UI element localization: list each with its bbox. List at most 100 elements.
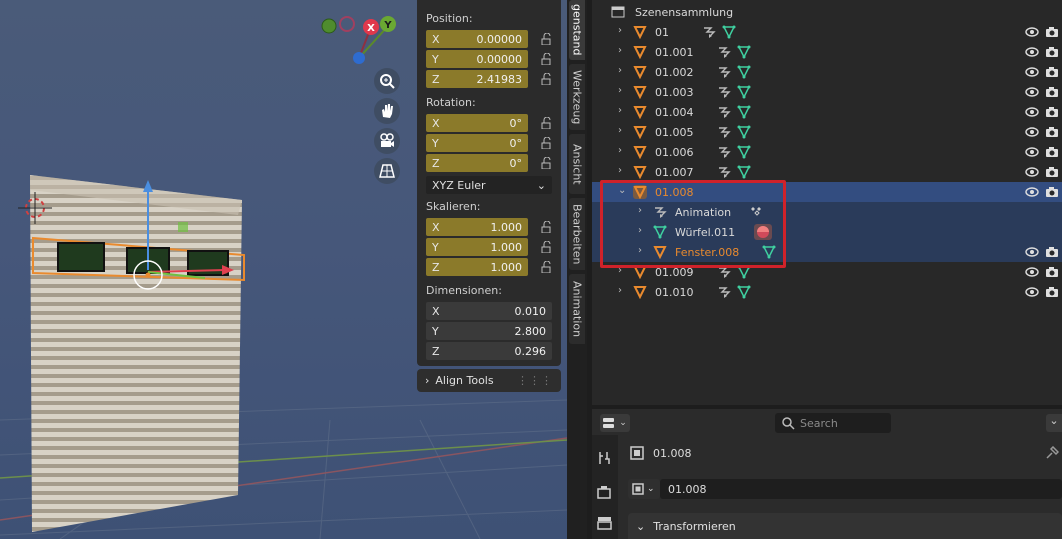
- dimension-y-field[interactable]: Y 2.800: [426, 322, 552, 340]
- object-icon: [633, 86, 647, 100]
- lock-icon[interactable]: [541, 53, 553, 65]
- position-x-field[interactable]: X 0.00000: [426, 30, 528, 48]
- outliner-row[interactable]: › 01.001: [592, 42, 1062, 62]
- 3d-viewport[interactable]: X Y Position: X 0.00000 Y 0.00000 Z 2.41983…: [0, 0, 567, 539]
- position-z-field[interactable]: Z 2.41983: [426, 70, 528, 88]
- outliner-row[interactable]: › 01.010: [592, 282, 1062, 302]
- eye-icon[interactable]: [1025, 86, 1039, 98]
- camera-icon[interactable]: [1045, 266, 1059, 278]
- lock-icon[interactable]: [541, 221, 553, 233]
- chevron-right-icon[interactable]: ›: [618, 146, 628, 156]
- tab-view[interactable]: Ansicht: [569, 134, 585, 194]
- camera-view-button[interactable]: [374, 128, 400, 154]
- rotation-z-field[interactable]: Z 0°: [426, 154, 528, 172]
- camera-icon[interactable]: [1045, 86, 1059, 98]
- dimension-x-field[interactable]: X 0.010: [426, 302, 552, 320]
- pan-button[interactable]: [374, 98, 400, 124]
- rotation-mode-select[interactable]: XYZ Euler ⌄: [426, 176, 552, 194]
- chevron-right-icon[interactable]: ›: [618, 286, 628, 296]
- camera-icon[interactable]: [1045, 106, 1059, 118]
- outliner-row[interactable]: › 01.006: [592, 142, 1062, 162]
- lock-icon[interactable]: [541, 73, 553, 85]
- eye-icon[interactable]: [1025, 46, 1039, 58]
- lock-icon[interactable]: [541, 157, 553, 169]
- camera-icon[interactable]: [1045, 286, 1059, 298]
- eye-icon[interactable]: [1025, 106, 1039, 118]
- camera-icon[interactable]: [1045, 186, 1059, 198]
- camera-icon[interactable]: [1045, 126, 1059, 138]
- mesh-icon: [737, 105, 751, 119]
- eye-icon[interactable]: [1025, 186, 1039, 198]
- editor-type-button[interactable]: ⌄: [600, 414, 630, 432]
- perspective-toggle-button[interactable]: [374, 158, 400, 184]
- chevron-right-icon[interactable]: ›: [618, 166, 628, 176]
- eye-icon[interactable]: [1025, 26, 1039, 38]
- lock-icon[interactable]: [541, 137, 553, 149]
- dimension-z-field[interactable]: Z 0.296: [426, 342, 552, 360]
- scale-y-field[interactable]: Y 1.000: [426, 238, 528, 256]
- object-icon: [633, 66, 647, 80]
- eye-icon[interactable]: [1025, 166, 1039, 178]
- outliner-row[interactable]: › 01.005: [592, 122, 1062, 142]
- camera-icon[interactable]: [1045, 66, 1059, 78]
- camera-icon[interactable]: [1045, 166, 1059, 178]
- camera-icon[interactable]: [1045, 246, 1059, 258]
- object-name-field[interactable]: 01.008: [660, 479, 1062, 499]
- data-type-dropdown[interactable]: ⌄: [628, 479, 660, 499]
- chevron-right-icon[interactable]: ›: [618, 26, 628, 36]
- animation-icon: [719, 67, 731, 78]
- tool-icon[interactable]: [597, 450, 613, 466]
- zoom-button[interactable]: [374, 68, 400, 94]
- search-input[interactable]: Search: [775, 413, 891, 433]
- eye-icon[interactable]: [1025, 286, 1039, 298]
- outliner-row[interactable]: › 01.002: [592, 62, 1062, 82]
- lock-icon[interactable]: [541, 33, 553, 45]
- scale-x-field[interactable]: X 1.000: [426, 218, 528, 236]
- camera-icon[interactable]: [1045, 146, 1059, 158]
- eye-icon[interactable]: [1025, 126, 1039, 138]
- tab-tool[interactable]: Werkzeug: [569, 64, 585, 130]
- outliner-row-label: 01.005: [655, 126, 694, 139]
- drag-handle-icon[interactable]: ⋮⋮⋮: [517, 374, 553, 387]
- outliner-row[interactable]: › 01.003: [592, 82, 1062, 102]
- navigation-gizmo[interactable]: X Y: [318, 12, 398, 72]
- align-tools-panel[interactable]: › Align Tools ⋮⋮⋮: [417, 369, 561, 392]
- eye-icon[interactable]: [1025, 146, 1039, 158]
- chevron-right-icon[interactable]: ›: [618, 46, 628, 56]
- collection-row[interactable]: Szenensammlung: [592, 2, 1062, 22]
- position-y-field[interactable]: Y 0.00000: [426, 50, 528, 68]
- scale-z-field[interactable]: Z 1.000: [426, 258, 528, 276]
- camera-icon[interactable]: [1045, 26, 1059, 38]
- chevron-right-icon[interactable]: ›: [618, 86, 628, 96]
- eye-icon[interactable]: [1025, 246, 1039, 258]
- highlight-annotation: [600, 180, 786, 268]
- chevron-right-icon[interactable]: ›: [618, 126, 628, 136]
- camera-icon[interactable]: [1045, 46, 1059, 58]
- tab-object[interactable]: genstand: [569, 0, 585, 60]
- output-icon[interactable]: [597, 515, 613, 531]
- align-tools-label: Align Tools: [435, 374, 494, 387]
- transform-panel-header[interactable]: ⌄ Transformieren: [628, 513, 1062, 539]
- properties-editor[interactable]: ⌄ Search ⌄ 01.008 ⌄ 01.008 ⌄ Transformie…: [592, 409, 1062, 539]
- tab-edit[interactable]: Bearbeiten: [569, 198, 585, 270]
- tab-animation[interactable]: Animation: [569, 274, 585, 344]
- lock-icon[interactable]: [541, 117, 553, 129]
- eye-icon[interactable]: [1025, 266, 1039, 278]
- lock-icon[interactable]: [541, 241, 553, 253]
- options-dropdown[interactable]: ⌄: [1046, 414, 1062, 432]
- outliner-row[interactable]: › 01: [592, 22, 1062, 42]
- render-icon[interactable]: [597, 485, 613, 501]
- chevron-right-icon[interactable]: ›: [618, 106, 628, 116]
- animation-icon: [719, 47, 731, 58]
- position-heading: Position:: [426, 12, 473, 25]
- rotation-y-field[interactable]: Y 0°: [426, 134, 528, 152]
- rotation-x-field[interactable]: X 0°: [426, 114, 528, 132]
- eye-icon[interactable]: [1025, 66, 1039, 78]
- collection-icon: [611, 6, 625, 18]
- chevron-right-icon[interactable]: ›: [618, 66, 628, 76]
- outliner-row[interactable]: › 01.004: [592, 102, 1062, 122]
- outliner-row[interactable]: › 01.007: [592, 162, 1062, 182]
- mesh-icon: [722, 25, 736, 39]
- lock-icon[interactable]: [541, 261, 553, 273]
- pin-icon[interactable]: [1045, 446, 1059, 460]
